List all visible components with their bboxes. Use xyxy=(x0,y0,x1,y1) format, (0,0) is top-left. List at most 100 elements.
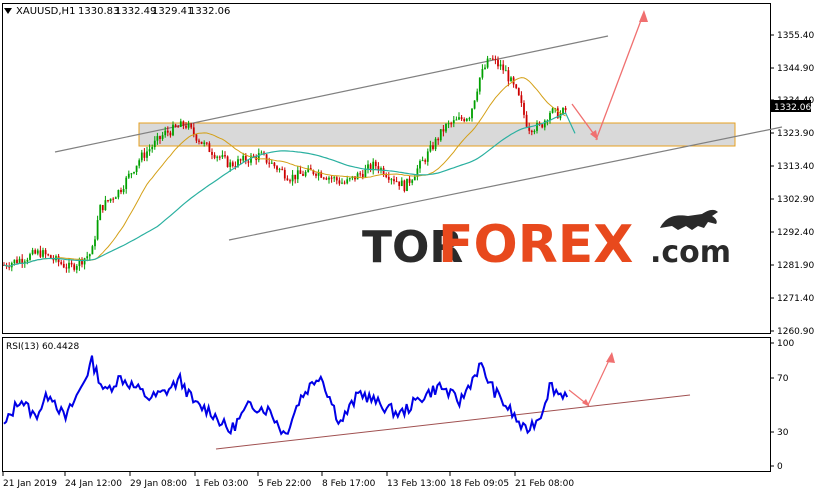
time-tick-label: 21 Feb 08:00 xyxy=(515,479,574,489)
candle-body xyxy=(372,161,375,171)
candle-body xyxy=(169,132,172,136)
candle-body xyxy=(502,64,505,71)
candle-body xyxy=(421,160,424,162)
candle-body xyxy=(172,124,174,136)
candle-body xyxy=(260,152,263,154)
candle-body xyxy=(179,121,182,127)
candle-body xyxy=(265,154,268,163)
candle-body xyxy=(47,254,50,256)
time-tick-label: 18 Feb 09:05 xyxy=(450,479,509,489)
price-scale[interactable]: 1355.401344.901334.401323.901313.401302.… xyxy=(770,31,814,337)
candle-body xyxy=(447,123,450,125)
candle-body xyxy=(198,140,200,142)
candle-body xyxy=(450,123,453,125)
candle-body xyxy=(83,258,86,265)
candle-body xyxy=(564,107,567,111)
candle-body xyxy=(96,220,99,240)
time-tick-label: 29 Jan 08:00 xyxy=(130,479,187,489)
candle-body xyxy=(91,246,94,255)
candle-body xyxy=(166,130,169,133)
candle-body xyxy=(60,262,63,264)
candle-body xyxy=(291,174,294,182)
candle-body xyxy=(437,138,440,141)
candle-body xyxy=(29,254,31,260)
rsi-tick-label: 30 xyxy=(777,428,789,438)
candle-body xyxy=(463,119,466,121)
candle-body xyxy=(34,250,37,254)
candle-body xyxy=(205,142,208,144)
candle-body xyxy=(159,136,161,139)
rsi-tick-label: 100 xyxy=(777,339,794,349)
price-tick-label: 1271.40 xyxy=(777,294,814,304)
candle-body xyxy=(442,129,445,132)
candle-body xyxy=(270,162,273,164)
candle-body xyxy=(356,173,359,180)
rsi-scale: 100 70 30 0 xyxy=(770,339,794,472)
candle-body xyxy=(182,121,185,126)
candle-body xyxy=(541,124,544,128)
candle-body xyxy=(445,123,447,132)
candle-body xyxy=(151,147,154,150)
candle-body xyxy=(148,149,151,152)
price-tick-label: 1355.40 xyxy=(777,31,814,41)
candle-body xyxy=(403,180,406,191)
candle-body xyxy=(120,189,122,193)
candle-body xyxy=(465,118,468,121)
time-tick-label: 21 Jan 2019 xyxy=(3,479,57,489)
candle-body xyxy=(68,262,70,269)
candle-body xyxy=(239,159,242,161)
candle-body xyxy=(452,120,455,124)
candle-body xyxy=(94,239,96,247)
trading-chart[interactable]: TOR FOREX .com XAUUSD,H1 1330.83 1332.49… xyxy=(0,0,815,494)
candle-body xyxy=(302,173,304,176)
candle-body xyxy=(114,197,117,199)
time-axis[interactable]: 21 Jan 2019 24 Jan 12:00 29 Jan 08:00 1 Feb… xyxy=(2,471,574,489)
candle-body xyxy=(359,173,362,175)
candle-body xyxy=(231,162,234,167)
candle-body xyxy=(533,130,536,133)
candle-body xyxy=(346,179,349,184)
candle-body xyxy=(515,84,518,89)
main-plot-frame xyxy=(2,3,771,334)
price-tick-label: 1302.90 xyxy=(777,195,814,205)
low-value: 1329.41 xyxy=(152,6,193,17)
candle-body xyxy=(458,117,460,120)
candle-body xyxy=(481,69,484,78)
candle-body xyxy=(294,174,297,180)
candle-body xyxy=(133,171,135,174)
candle-body xyxy=(486,58,489,68)
candle-body xyxy=(460,117,463,120)
candle-body xyxy=(424,160,427,162)
candle-body xyxy=(75,266,78,270)
candle-body xyxy=(468,118,471,120)
candle-body xyxy=(523,102,525,115)
candle-body xyxy=(203,142,206,144)
candle-body xyxy=(26,259,29,262)
candle-body xyxy=(390,179,393,181)
candle-body xyxy=(286,178,289,181)
candle-body xyxy=(211,151,213,155)
candle-body xyxy=(156,136,159,141)
candle-body xyxy=(213,154,216,158)
candle-body xyxy=(476,91,479,101)
price-tick-label: 1281.90 xyxy=(777,261,814,271)
candle-body xyxy=(507,70,510,82)
candle-body xyxy=(177,126,180,128)
candle-body xyxy=(268,162,271,164)
candle-body xyxy=(393,179,395,182)
candle-body xyxy=(484,67,486,70)
candle-body xyxy=(419,160,421,169)
candle-body xyxy=(281,168,284,170)
candle-body xyxy=(135,165,138,172)
candle-body xyxy=(315,173,317,176)
candle-body xyxy=(276,166,278,170)
candle-body xyxy=(525,114,528,127)
candle-body xyxy=(218,156,221,158)
candle-body xyxy=(242,155,245,161)
price-tick-label: 1260.90 xyxy=(777,327,814,337)
candle-body xyxy=(143,152,146,158)
candle-body xyxy=(489,58,492,60)
last-price-tag: 1332.06 xyxy=(771,100,811,113)
candle-body xyxy=(551,108,554,113)
candle-body xyxy=(499,64,502,67)
